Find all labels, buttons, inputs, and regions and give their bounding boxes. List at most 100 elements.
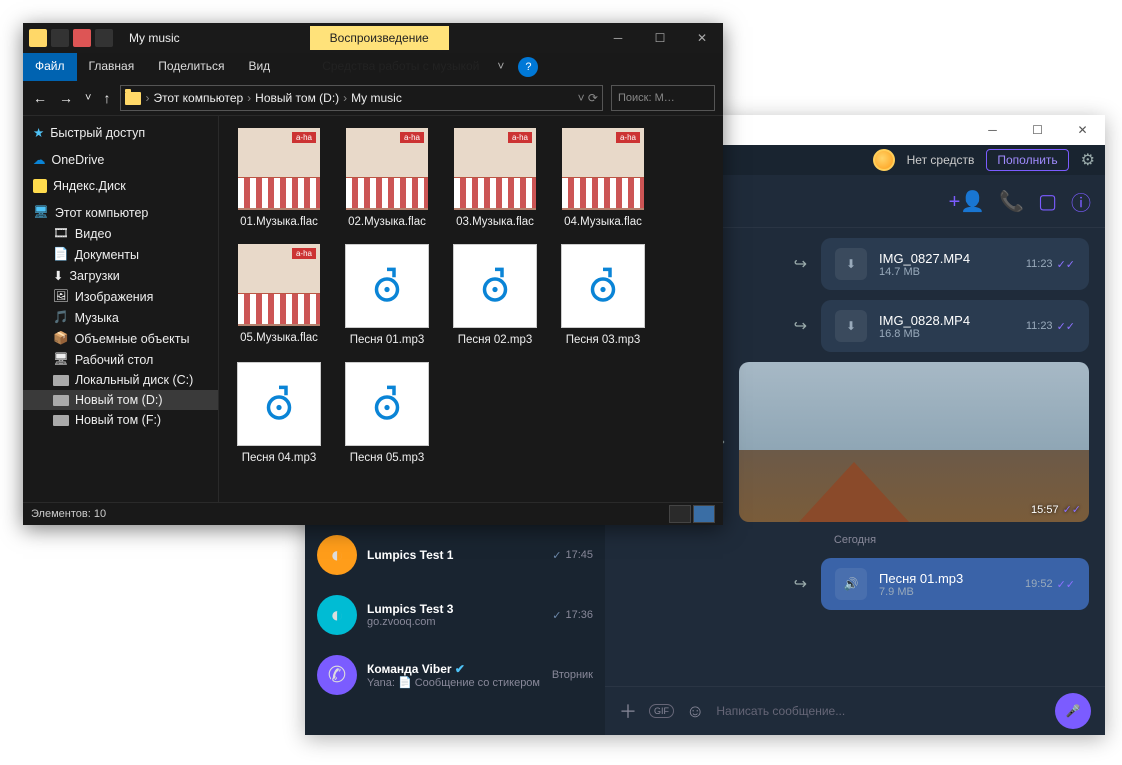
file-label: 02.Музыка.flac (348, 216, 426, 228)
tab-file[interactable]: Файл (23, 53, 77, 81)
qat-icon[interactable] (51, 29, 69, 47)
maximize-button[interactable]: ☐ (1015, 115, 1060, 145)
album-art-thumbnail (346, 128, 428, 210)
file-item[interactable]: 03.Музыка.flac (447, 128, 543, 228)
file-item[interactable]: 05.Музыка.flac (231, 244, 327, 346)
yadisk-icon (33, 179, 47, 193)
tree-drive-f[interactable]: Новый том (F:) (23, 410, 218, 430)
attach-icon[interactable]: ＋ (619, 698, 637, 724)
file-item[interactable]: 01.Музыка.flac (231, 128, 327, 228)
image-bubble[interactable]: 15:57✓✓ (739, 362, 1089, 522)
history-dropdown[interactable]: ˅ (83, 90, 93, 106)
drive-icon (53, 375, 69, 386)
download-icon[interactable]: ⬇ (835, 248, 867, 280)
context-tab[interactable]: Воспроизведение (310, 26, 449, 50)
file-item[interactable]: Песня 01.mp3 (339, 244, 435, 346)
microphone-button[interactable]: 🎤 (1055, 693, 1091, 729)
message-input[interactable]: Написать сообщение... (716, 704, 1043, 718)
gif-icon[interactable]: GIF (649, 704, 674, 718)
qat-icon[interactable] (73, 29, 91, 47)
tree-onedrive[interactable]: ☁OneDrive (23, 149, 218, 170)
breadcrumb-item[interactable]: Этот компьютер (153, 91, 243, 105)
chat-list-item[interactable]: ◐Lumpics Test 1✓17:45 (305, 525, 605, 585)
avatar: ✆ (317, 655, 357, 695)
avatar: ◐ (317, 595, 357, 635)
ribbon-collapse-icon[interactable]: ˅ (491, 53, 510, 81)
tree-downloads[interactable]: ⬇Загрузки (23, 265, 218, 286)
minimize-button[interactable]: ─ (970, 115, 1015, 145)
read-check-icon: ✓✓ (1057, 258, 1075, 271)
call-icon[interactable]: 📞 (999, 189, 1024, 214)
explorer-titlebar[interactable]: My music Воспроизведение ─☐✕ (23, 23, 723, 53)
back-button[interactable]: ← (31, 88, 49, 108)
file-item[interactable]: 04.Музыка.flac (555, 128, 651, 228)
forward-button[interactable]: → (57, 88, 75, 108)
file-item[interactable]: Песня 02.mp3 (447, 244, 543, 346)
help-icon[interactable]: ? (518, 57, 538, 77)
tab-home[interactable]: Главная (77, 53, 147, 81)
quick-access-toolbar (23, 29, 119, 47)
maximize-button[interactable]: ☐ (639, 23, 681, 53)
file-item[interactable]: Песня 04.mp3 (231, 362, 327, 464)
details-view-button[interactable] (669, 505, 691, 523)
qat-icon[interactable] (95, 29, 113, 47)
audio-bubble[interactable]: 🔊 Песня 01.mp37.9 MB 19:52✓✓ (821, 558, 1089, 610)
date-separator: Сегодня (621, 534, 1089, 546)
file-bubble[interactable]: ⬇ IMG_0828.MP416.8 MB 11:23✓✓ (821, 300, 1089, 352)
tree-3d-objects[interactable]: 📦Объемные объекты (23, 328, 218, 349)
settings-icon[interactable]: ⚙ (1081, 150, 1095, 170)
close-button[interactable]: ✕ (1060, 115, 1105, 145)
forward-icon[interactable]: ↪ (794, 254, 807, 274)
breadcrumb-item[interactable]: Новый том (D:) (255, 91, 339, 105)
file-label: 03.Музыка.flac (456, 216, 534, 228)
forward-icon[interactable]: ↪ (794, 574, 807, 594)
tree-videos[interactable]: 🎞Видео (23, 223, 218, 244)
topup-button[interactable]: Пополнить (986, 149, 1068, 171)
chat-time: ✓17:36 (552, 609, 593, 622)
add-contact-icon[interactable]: +👤 (949, 189, 986, 214)
file-pane[interactable]: 01.Музыка.flac 02.Музыка.flac 03.Музыка.fl… (219, 116, 723, 502)
icons-view-button[interactable] (693, 505, 715, 523)
address-bar-row: ← → ˅ ↑ › Этот компьютер› Новый том (D:)… (23, 81, 723, 116)
info-icon[interactable]: ⓘ (1071, 187, 1091, 216)
file-label: Песня 05.mp3 (350, 452, 425, 464)
tree-pictures[interactable]: 🖼Изображения (23, 286, 218, 307)
video-call-icon[interactable]: ▢ (1038, 189, 1057, 214)
message-time: 19:52✓✓ (1025, 578, 1075, 591)
explorer-window: My music Воспроизведение ─☐✕ Файл Главна… (23, 23, 723, 525)
search-input[interactable]: Поиск: M… (611, 85, 715, 111)
file-label: 04.Музыка.flac (564, 216, 642, 228)
tree-documents[interactable]: 📄Документы (23, 244, 218, 265)
tab-share[interactable]: Поделиться (146, 53, 236, 81)
file-bubble[interactable]: ⬇ IMG_0827.MP414.7 MB 11:23✓✓ (821, 238, 1089, 290)
audio-file-icon (345, 244, 429, 328)
download-icon[interactable]: ⬇ (835, 310, 867, 342)
tree-this-pc[interactable]: 🖥Этот компьютер (23, 202, 218, 223)
file-label: Песня 04.mp3 (242, 452, 317, 464)
tree-drive-c[interactable]: Локальный диск (C:) (23, 370, 218, 390)
tab-view[interactable]: Вид (236, 53, 282, 81)
tree-yandex-disk[interactable]: Яндекс.Диск (23, 176, 218, 196)
tree-drive-d[interactable]: Новый том (D:) (23, 390, 218, 410)
breadcrumb-bar[interactable]: › Этот компьютер› Новый том (D:)› My mus… (120, 85, 603, 111)
album-art-thumbnail (454, 128, 536, 210)
tree-music[interactable]: 🎵Музыка (23, 307, 218, 328)
file-item[interactable]: 02.Музыка.flac (339, 128, 435, 228)
tree-quick-access[interactable]: ★Быстрый доступ (23, 122, 218, 143)
minimize-button[interactable]: ─ (597, 23, 639, 53)
refresh-icon[interactable]: ˅ ⟳ (578, 91, 598, 105)
tree-desktop[interactable]: 🖥Рабочий стол (23, 349, 218, 370)
read-check-icon: ✓✓ (1063, 503, 1081, 516)
tab-music-tools[interactable]: Средства работы с музыкой (310, 53, 491, 81)
chat-list-item[interactable]: ✆Команда Viber ✔Yana: 📄 Сообщение со сти… (305, 645, 605, 705)
file-name: IMG_0827.MP4 (879, 251, 970, 266)
file-item[interactable]: Песня 03.mp3 (555, 244, 651, 346)
up-button[interactable]: ↑ (101, 88, 112, 108)
close-button[interactable]: ✕ (681, 23, 723, 53)
breadcrumb-item[interactable]: My music (351, 91, 402, 105)
file-item[interactable]: Песня 05.mp3 (339, 362, 435, 464)
chat-list-item[interactable]: ◐Lumpics Test 3go.zvooq.com✓17:36 (305, 585, 605, 645)
drive-icon (53, 395, 69, 406)
forward-icon[interactable]: ↪ (794, 316, 807, 336)
sticker-icon[interactable]: ☺ (686, 701, 704, 722)
